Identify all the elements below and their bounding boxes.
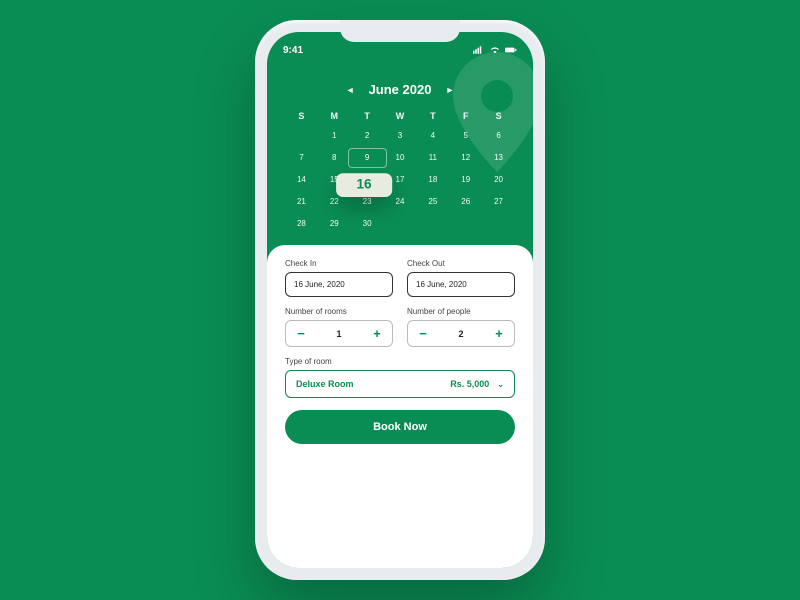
rooms-minus-button[interactable]: − [294, 326, 308, 341]
roomtype-select[interactable]: Deluxe Room Rs. 5,000 ⌄ [285, 370, 515, 398]
chevron-down-icon: ⌄ [497, 380, 504, 389]
calendar-day[interactable]: 13 [482, 151, 515, 165]
roomtype-field: Type of room Deluxe Room Rs. 5,000 ⌄ [285, 357, 515, 398]
calendar-day[interactable]: 1 [318, 129, 351, 143]
calendar-day[interactable]: 24 [384, 195, 417, 209]
calendar-dow: S [285, 111, 318, 121]
checkin-input[interactable]: 16 June, 2020 [285, 272, 393, 297]
calendar-day[interactable]: 14 [285, 173, 318, 187]
calendar-day[interactable]: 21 [285, 195, 318, 209]
checkin-field: Check In 16 June, 2020 [285, 259, 393, 297]
checkout-input[interactable]: 16 June, 2020 [407, 272, 515, 297]
people-label: Number of people [407, 307, 515, 316]
roomtype-value: Deluxe Room [296, 379, 354, 389]
rooms-field: Number of rooms − 1 + [285, 307, 393, 347]
checkin-label: Check In [285, 259, 393, 268]
calendar-day[interactable]: 16 [336, 173, 392, 197]
calendar-day[interactable]: 27 [482, 195, 515, 209]
calendar-day[interactable]: 29 [318, 217, 351, 231]
calendar-day [449, 217, 482, 231]
calendar-day [285, 129, 318, 143]
phone-notch [340, 20, 460, 42]
calendar-dow: S [482, 111, 515, 121]
roomtype-price: Rs. 5,000 [450, 379, 489, 389]
calendar-day[interactable]: 2 [351, 129, 384, 143]
calendar-day[interactable]: 4 [416, 129, 449, 143]
roomtype-label: Type of room [285, 357, 515, 366]
calendar-day[interactable]: 26 [449, 195, 482, 209]
rooms-value: 1 [336, 329, 341, 339]
calendar-day[interactable]: 5 [449, 129, 482, 143]
calendar-day[interactable]: 20 [482, 173, 515, 187]
rooms-stepper: − 1 + [285, 320, 393, 347]
calendar-day [384, 217, 417, 231]
checkout-label: Check Out [407, 259, 515, 268]
people-plus-button[interactable]: + [492, 326, 506, 341]
screen: 9:41 ◄ June 2020 ► SMTWTFS12345678910111… [267, 32, 533, 568]
calendar-dow: F [449, 111, 482, 121]
calendar-day[interactable]: 30 [351, 217, 384, 231]
calendar-grid: SMTWTFS123456789101112131415161718192021… [285, 111, 515, 231]
calendar-dow: T [351, 111, 384, 121]
calendar-day[interactable]: 23 [351, 195, 384, 209]
people-stepper: − 2 + [407, 320, 515, 347]
prev-month-button[interactable]: ◄ [346, 85, 355, 95]
calendar-day[interactable]: 3 [384, 129, 417, 143]
phone-frame: 9:41 ◄ June 2020 ► SMTWTFS12345678910111… [255, 20, 545, 580]
calendar-day[interactable]: 7 [285, 151, 318, 165]
people-field: Number of people − 2 + [407, 307, 515, 347]
calendar-dow: M [318, 111, 351, 121]
month-label: June 2020 [369, 82, 432, 97]
next-month-button[interactable]: ► [445, 85, 454, 95]
people-value: 2 [458, 329, 463, 339]
calendar-day[interactable]: 9 [351, 151, 384, 165]
checkout-field: Check Out 16 June, 2020 [407, 259, 515, 297]
booking-form: Check In 16 June, 2020 Check Out 16 June… [267, 245, 533, 568]
calendar-day[interactable]: 6 [482, 129, 515, 143]
calendar-day[interactable]: 11 [416, 151, 449, 165]
rooms-plus-button[interactable]: + [370, 326, 384, 341]
calendar-dow: T [416, 111, 449, 121]
calendar-day[interactable]: 8 [318, 151, 351, 165]
rooms-label: Number of rooms [285, 307, 393, 316]
people-minus-button[interactable]: − [416, 326, 430, 341]
calendar-day[interactable]: 10 [384, 151, 417, 165]
calendar-day[interactable]: 22 [318, 195, 351, 209]
status-time: 9:41 [283, 45, 303, 56]
calendar-day [482, 217, 515, 231]
calendar-day[interactable]: 19 [449, 173, 482, 187]
calendar-day[interactable]: 25 [416, 195, 449, 209]
calendar-day [416, 217, 449, 231]
calendar-dow: W [384, 111, 417, 121]
calendar: ◄ June 2020 ► SMTWTFS1234567891011121314… [267, 60, 533, 245]
calendar-day[interactable]: 12 [449, 151, 482, 165]
book-button[interactable]: Book Now [285, 410, 515, 444]
calendar-day[interactable]: 28 [285, 217, 318, 231]
calendar-day[interactable]: 18 [416, 173, 449, 187]
